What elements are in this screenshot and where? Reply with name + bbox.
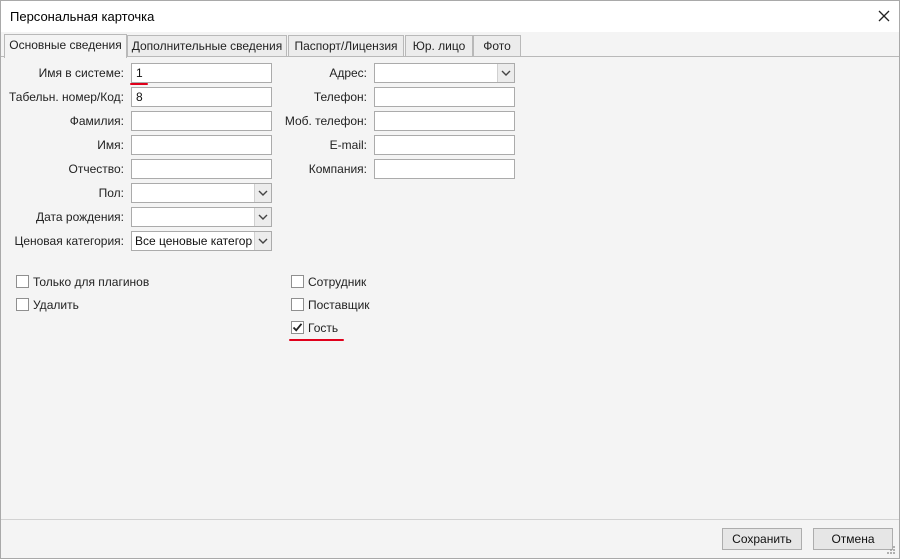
resize-grip[interactable] [881,542,897,556]
personal-card-dialog: Персональная карточка Основные сведения … [0,0,900,559]
chevron-down-icon [501,70,511,76]
gender-value [135,186,253,202]
address-select[interactable] [374,63,515,83]
chevron-down-icon [258,190,268,196]
company-label: Компания: [308,162,367,176]
plugins-only-checkbox[interactable] [16,275,29,288]
price-category-value: Все ценовые категории [135,234,253,248]
plugins-only-label: Только для плагинов [33,275,150,289]
middle-name-label: Отчество: [68,162,125,176]
tab-divider [1,56,899,57]
footer-divider [1,519,899,520]
chevron-down-icon [258,214,268,220]
supplier-checkbox[interactable] [291,298,304,311]
annotation-underline-login [130,83,148,85]
dropdown-button[interactable] [497,64,514,82]
company-input[interactable] [374,159,515,179]
price-category-label: Ценовая категория: [14,234,124,248]
close-button[interactable] [873,5,895,27]
address-value [378,66,496,82]
tab-bar: Основные сведения Дополнительные сведени… [1,34,899,58]
price-category-select[interactable]: Все ценовые категории [131,231,272,251]
tab-photo[interactable]: Фото [473,35,521,56]
login-label: Имя в системе: [38,66,124,80]
tab-legal-entity[interactable]: Юр. лицо [405,35,473,56]
dropdown-button[interactable] [254,232,271,250]
phone-input[interactable] [374,87,515,107]
tab-number-label: Табельн. номер/Код: [9,90,124,104]
delete-checkbox[interactable] [16,298,29,311]
close-icon [878,10,890,22]
address-label: Адрес: [329,66,367,80]
annotation-underline-guest [289,339,344,341]
first-name-label: Имя: [97,138,124,152]
save-button[interactable]: Сохранить [722,528,802,550]
employee-checkbox[interactable] [291,275,304,288]
resize-grip-icon [887,546,895,554]
mobile-input[interactable] [374,111,515,131]
birth-date-picker[interactable] [131,207,272,227]
chevron-down-icon [258,238,268,244]
last-name-label: Фамилия: [69,114,124,128]
phone-label: Телефон: [313,90,367,104]
dropdown-button[interactable] [254,184,271,202]
delete-label: Удалить [33,298,79,312]
employee-label: Сотрудник [308,275,367,289]
dropdown-button[interactable] [254,208,271,226]
tab-additional-info[interactable]: Дополнительные сведения [127,35,287,56]
email-input[interactable] [374,135,515,155]
checkmark-icon [292,323,303,332]
guest-checkbox[interactable] [291,321,304,334]
gender-select[interactable] [131,183,272,203]
tab-main-info[interactable]: Основные сведения [4,34,127,58]
mobile-label: Моб. телефон: [284,114,367,128]
email-label: E-mail: [329,138,367,152]
birth-date-value [135,210,253,226]
gender-label: Пол: [98,186,124,200]
supplier-label: Поставщик [308,298,370,312]
birth-date-label: Дата рождения: [36,210,124,224]
guest-label: Гость [308,321,339,335]
dialog-title: Персональная карточка [10,9,155,24]
title-bar: Персональная карточка [1,1,899,32]
tab-passport-license[interactable]: Паспорт/Лицензия [288,35,404,56]
